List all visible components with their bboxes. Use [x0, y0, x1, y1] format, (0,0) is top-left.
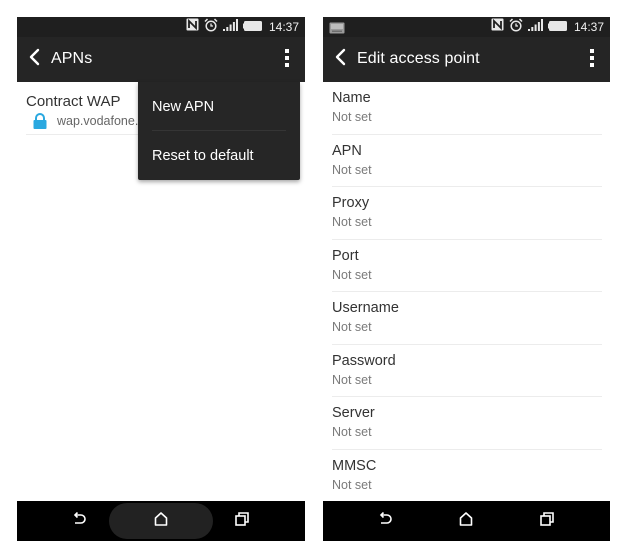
back-icon [378, 511, 394, 531]
chevron-left-icon [334, 48, 346, 71]
back-button[interactable] [23, 48, 45, 70]
status-time: 14:37 [268, 20, 299, 34]
navigation-bar [323, 501, 610, 541]
field-username[interactable]: Username Not set [332, 292, 602, 345]
field-server[interactable]: Server Not set [332, 397, 602, 450]
battery-icon [547, 18, 567, 36]
apn-name: Contract WAP [26, 93, 121, 110]
alarm-icon [509, 17, 523, 37]
field-value: Not set [332, 267, 372, 282]
signal-icon [527, 18, 543, 36]
field-value: Not set [332, 162, 372, 177]
field-value: Not set [332, 110, 372, 124]
status-icons: 14:37 [186, 17, 299, 37]
status-bar: 14:37 [323, 17, 610, 37]
nav-recents-button[interactable] [217, 501, 267, 541]
recents-icon [540, 511, 554, 531]
navigation-bar [17, 501, 305, 541]
menu-item-reset-to-default[interactable]: Reset to default [138, 131, 300, 180]
status-time: 14:37 [573, 20, 604, 34]
nav-back-button[interactable] [55, 501, 105, 541]
more-vert-icon [589, 48, 595, 73]
field-label: Username [332, 300, 399, 316]
field-name[interactable]: Name Not set [332, 82, 602, 135]
status-icons: 14:37 [491, 17, 604, 37]
back-button[interactable] [329, 48, 351, 70]
page-title: Edit access point [357, 50, 480, 67]
overflow-menu-button[interactable] [277, 48, 297, 72]
battery-icon [242, 18, 262, 36]
home-icon [154, 511, 168, 531]
access-point-fields: Name Not set APN Not set Proxy Not set P… [323, 82, 610, 501]
field-password[interactable]: Password Not set [332, 345, 602, 397]
menu-item-new-apn[interactable]: New APN [138, 82, 300, 131]
nav-recents-button[interactable] [522, 501, 572, 541]
alarm-icon [204, 17, 218, 37]
field-label: MMSC [332, 457, 377, 474]
nfc-icon [186, 18, 199, 36]
chevron-left-icon [28, 48, 40, 71]
nav-back-button[interactable] [361, 501, 411, 541]
field-value: Not set [332, 425, 372, 439]
field-value: Not set [332, 372, 372, 387]
field-value: Not set [332, 320, 372, 334]
app-toolbar: Edit access point [323, 37, 610, 82]
home-icon [459, 511, 473, 531]
lock-icon [32, 113, 48, 134]
field-label: Proxy [332, 195, 370, 211]
nfc-icon [491, 18, 504, 36]
field-label: Name [332, 90, 371, 106]
status-bar: 14:37 [17, 17, 305, 37]
app-toolbar: APNs [17, 37, 305, 82]
field-apn[interactable]: APN Not set [332, 135, 602, 187]
page-title: APNs [51, 50, 93, 67]
signal-icon [222, 18, 238, 36]
edit-access-point-screen: 14:37 Edit access point Name Not set APN… [323, 17, 610, 541]
field-mmsc[interactable]: MMSC Not set [332, 450, 602, 503]
field-label: Password [332, 352, 396, 369]
field-port[interactable]: Port Not set [332, 240, 602, 292]
field-value: Not set [332, 477, 372, 492]
apns-screen: 14:37 APNs Contract WAP wap.vodafone.co.… [17, 17, 305, 541]
more-vert-icon [284, 48, 290, 73]
field-label: Server [332, 405, 375, 421]
field-proxy[interactable]: Proxy Not set [332, 187, 602, 240]
back-icon [72, 511, 88, 531]
field-label: Port [332, 247, 359, 264]
nav-home-button[interactable] [136, 501, 186, 541]
recents-icon [235, 511, 249, 531]
nav-home-button[interactable] [441, 501, 491, 541]
field-label: APN [332, 142, 362, 159]
field-value: Not set [332, 215, 372, 229]
overflow-menu-button[interactable] [582, 48, 602, 72]
overflow-menu: New APN Reset to default [138, 82, 300, 180]
